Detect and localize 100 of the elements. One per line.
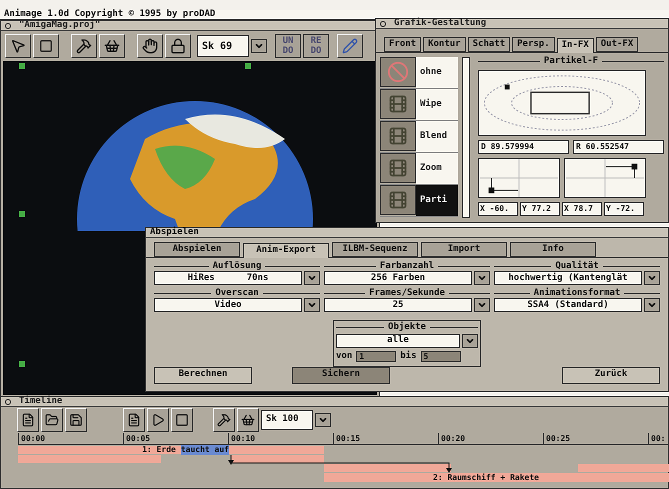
dropdown-button[interactable]: [462, 334, 478, 348]
close-gadget-icon[interactable]: [5, 398, 11, 404]
insert-button[interactable]: [123, 408, 145, 432]
coordinate-field[interactable]: X 78.7: [562, 202, 602, 216]
select-field[interactable]: 256 Farben: [324, 271, 472, 285]
tab[interactable]: Info: [510, 242, 596, 257]
coordinate-field[interactable]: Y -72.: [604, 202, 644, 216]
coordinate-field[interactable]: Y 77.2: [520, 202, 560, 216]
time-tick: 00:10: [228, 433, 333, 444]
effect-thumbnail-icon: [380, 185, 416, 215]
dropdown-button[interactable]: [251, 39, 267, 53]
tab[interactable]: Front: [384, 37, 422, 52]
dropdown-button[interactable]: [304, 298, 320, 312]
select-field[interactable]: Video: [154, 298, 302, 312]
select-field[interactable]: SSA4 (Standard): [494, 298, 642, 312]
new-button[interactable]: [17, 408, 39, 432]
group-label: Overscan: [215, 289, 259, 298]
effect-item[interactable]: Zoom: [416, 153, 458, 184]
tab[interactable]: ILBM-Sequenz: [332, 242, 418, 257]
effect-item[interactable]: Parti: [416, 185, 458, 216]
close-gadget-icon[interactable]: [5, 22, 11, 28]
caret-icon: [254, 41, 264, 51]
window-title: "AmigaMag.proj": [19, 21, 100, 30]
group-label: Auflösung: [212, 262, 262, 271]
dropdown-button[interactable]: [304, 271, 320, 285]
lock-icon: [170, 38, 186, 54]
radius-field[interactable]: R 60.552547: [573, 140, 664, 154]
handle-icon[interactable]: [19, 361, 25, 367]
document-icon: [21, 413, 35, 427]
rectangle-tool[interactable]: [33, 34, 59, 58]
caret-icon: [647, 273, 657, 283]
brush-tool[interactable]: [337, 34, 363, 58]
effect-item[interactable]: Blend: [416, 121, 458, 152]
tab[interactable]: In-FX: [556, 38, 594, 53]
dropdown-button[interactable]: [644, 271, 660, 285]
open-button[interactable]: [41, 408, 63, 432]
tab[interactable]: Kontur: [423, 37, 466, 52]
to-field[interactable]: 5: [420, 351, 461, 362]
tab[interactable]: Schatt: [468, 37, 510, 52]
caret-icon: [307, 273, 317, 283]
effect-thumbnail-icon: [380, 57, 416, 87]
select-field[interactable]: 25: [324, 298, 472, 312]
dropdown-button[interactable]: [644, 298, 660, 312]
pointer-icon: [10, 38, 26, 54]
frame-button[interactable]: [171, 408, 193, 432]
dropdown-button[interactable]: [315, 413, 331, 427]
basket-tool[interactable]: [237, 408, 259, 432]
group-label: Frames/Sekunde: [369, 289, 445, 298]
arrow-tool[interactable]: [5, 34, 31, 58]
group-label: Farbanzahl: [380, 262, 434, 271]
time-tick: 00:05: [123, 433, 228, 444]
lock-tool[interactable]: [165, 34, 191, 58]
time-tick: 00:00: [18, 433, 123, 444]
basket-icon: [241, 413, 255, 427]
clip-label: 2: Raumschiff + Rakete: [433, 473, 539, 482]
caret-icon: [477, 273, 487, 283]
screen-title: Animage 1.0d Copyright © 1995 by proDAD: [4, 10, 216, 19]
hammer-tool[interactable]: [213, 408, 235, 432]
basket-tool[interactable]: [99, 34, 125, 58]
effect-item[interactable]: ohne: [416, 57, 458, 88]
tab[interactable]: Abspielen: [154, 242, 240, 257]
dialog-button[interactable]: Sichern: [292, 366, 390, 384]
group-label: Partikel-F: [544, 57, 598, 66]
distance-field[interactable]: D 89.579994: [478, 140, 569, 154]
dropdown-button[interactable]: [474, 298, 490, 312]
tab[interactable]: Out-FX: [596, 37, 638, 52]
select-field[interactable]: alle: [336, 334, 460, 348]
from-label: von: [336, 350, 352, 363]
dialog-button[interactable]: Berechnen: [154, 366, 252, 384]
hand-tool[interactable]: [137, 34, 163, 58]
pencil-icon: [342, 38, 358, 54]
handle-icon[interactable]: [19, 211, 25, 217]
caret-icon: [647, 300, 657, 310]
effect-thumbnail-icon: [380, 153, 416, 183]
square-icon: [39, 39, 53, 53]
dialog-button[interactable]: Zurück: [562, 366, 660, 384]
dropdown-button[interactable]: [474, 271, 490, 285]
hammer-tool[interactable]: [71, 34, 97, 58]
time-tick: 00:25: [543, 433, 648, 444]
effect-item[interactable]: Wipe: [416, 89, 458, 120]
caret-icon: [318, 415, 328, 425]
scene-field[interactable]: Sk 69: [197, 35, 249, 57]
scene-field[interactable]: Sk 100: [261, 410, 313, 430]
clip-label: 1: Erde: [142, 445, 176, 455]
basket-icon: [104, 38, 120, 54]
select-field[interactable]: hochwertig (Kantenglät: [494, 271, 642, 285]
coordinate-field[interactable]: X -60.: [478, 202, 518, 216]
tab[interactable]: Import: [421, 242, 507, 257]
scrollbar[interactable]: [462, 57, 470, 218]
tab[interactable]: Persp.: [512, 37, 555, 52]
close-gadget-icon[interactable]: [380, 20, 386, 26]
select-field[interactable]: HiRes 70ns: [154, 271, 302, 285]
save-button[interactable]: [65, 408, 87, 432]
from-field[interactable]: 1: [356, 351, 396, 362]
folder-icon: [45, 413, 59, 427]
hammer-icon: [76, 38, 92, 54]
handle-icon[interactable]: [19, 63, 25, 69]
tab[interactable]: Anim-Export: [243, 243, 329, 258]
play-button[interactable]: [147, 408, 169, 432]
handle-icon[interactable]: [245, 63, 251, 69]
